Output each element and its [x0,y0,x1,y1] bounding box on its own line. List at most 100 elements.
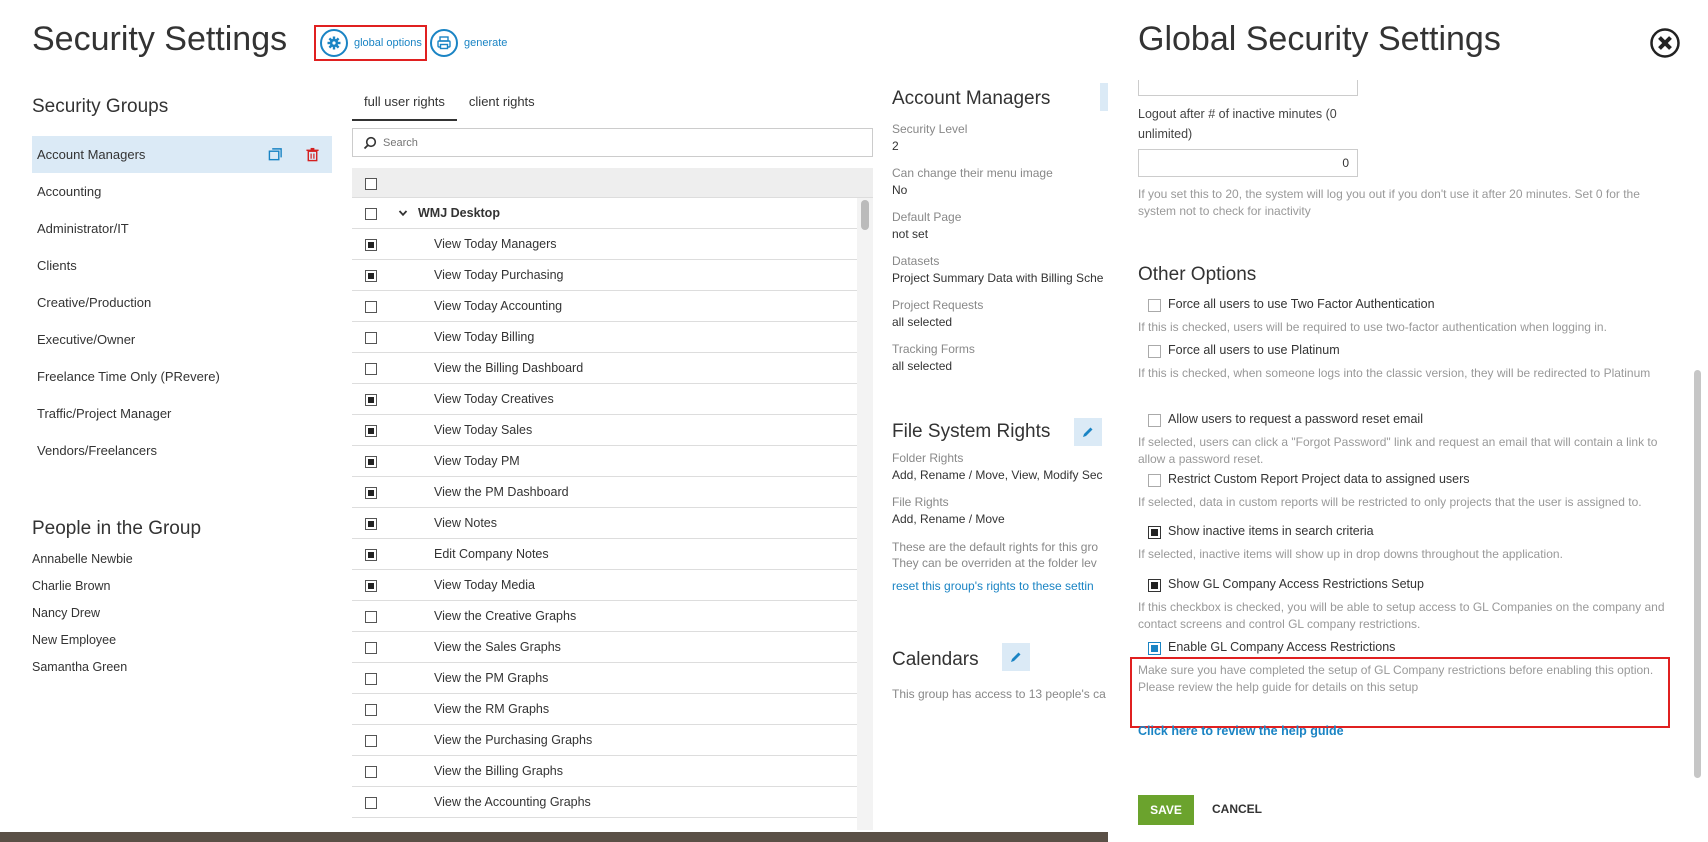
option-label: Show inactive items in search criteria [1168,524,1374,538]
fs-note-line-1: These are the default rights for this gr… [892,540,1099,554]
right-checkbox[interactable] [365,394,377,406]
group-item[interactable]: Account Managers [32,136,332,173]
people-list: Annabelle Newbie Charlie Brown Nancy Drew N… [32,552,133,687]
option-checkbox[interactable] [1148,579,1161,592]
option-help: If this checkbox is checked, you will be… [1138,600,1665,631]
select-all-checkbox[interactable] [365,178,377,190]
right-checkbox[interactable] [365,332,377,344]
rights-scrollbar-track[interactable] [857,198,873,830]
copy-icon[interactable] [267,146,284,163]
logout-minutes-input[interactable]: 0 [1138,149,1358,177]
detail-title: Account Managers [892,88,1051,109]
option-checkbox[interactable] [1148,526,1161,539]
rights-row[interactable]: View Notes [352,508,857,539]
right-checkbox[interactable] [365,611,377,623]
option-checkbox[interactable] [1148,414,1161,427]
main-page: Security Settings global options generat… [0,0,1110,842]
rights-row[interactable]: View the PM Dashboard [352,477,857,508]
option-checkbox[interactable] [1148,642,1161,655]
rights-row[interactable]: View the RM Graphs [352,694,857,725]
right-label: View the Accounting Graphs [434,795,591,809]
close-icon[interactable] [1649,27,1681,59]
rights-row[interactable]: View the Accounting Graphs [352,787,857,818]
right-label: View Today PM [434,454,520,468]
right-checkbox[interactable] [365,487,377,499]
rights-row[interactable]: View Today PM [352,446,857,477]
group-item[interactable]: Accounting [32,173,332,210]
group-item[interactable]: Administrator/IT [32,210,332,247]
rights-scrollbar-thumb[interactable] [861,200,869,230]
help-guide-link[interactable]: Click here to review the help guide [1138,724,1344,738]
chevron-down-icon[interactable] [398,208,408,218]
person-item: New Employee [32,633,117,647]
rights-row[interactable]: View the Purchasing Graphs [352,725,857,756]
rights-row[interactable]: View Today Billing [352,322,857,353]
group-item[interactable]: Clients [32,247,332,284]
edit-calendars-button[interactable] [1002,643,1030,671]
option-label: Force all users to use Two Factor Authen… [1168,297,1435,311]
search-icon [363,136,377,149]
group-item[interactable]: Creative/Production [32,284,332,321]
save-button[interactable]: SAVE [1138,795,1194,825]
rights-row[interactable]: View Today Accounting [352,291,857,322]
right-label: View Today Sales [434,423,533,437]
group-item[interactable]: Vendors/Freelancers [32,432,332,469]
right-checkbox[interactable] [365,735,377,747]
group-item-label: Account Managers [37,147,146,162]
rights-row[interactable]: View Today Managers [352,229,857,260]
group-item[interactable]: Executive/Owner [32,321,332,358]
file-rights-label: File Rights [892,495,949,509]
right-label: View the PM Dashboard [434,485,569,499]
rights-row[interactable]: View Today Media [352,570,857,601]
logout-label: Logout after # of inactive minutes (0 un… [1138,107,1337,141]
right-checkbox[interactable] [365,518,377,530]
right-checkbox[interactable] [365,797,377,809]
previous-setting-select[interactable] [1138,80,1358,96]
rights-row[interactable]: View Today Sales [352,415,857,446]
people-heading: People in the Group [32,518,202,539]
group-checkbox[interactable] [365,208,377,220]
right-checkbox[interactable] [365,270,377,282]
tab-full-user-rights[interactable]: full user rights [352,88,457,121]
right-label: View the Purchasing Graphs [434,733,593,747]
rights-row[interactable]: View the PM Graphs [352,663,857,694]
generate-button[interactable]: generate [430,25,507,61]
rights-search-input[interactable] [383,136,843,149]
rights-row[interactable]: View Today Creatives [352,384,857,415]
global-options-label: global options [354,37,422,49]
edit-file-system-rights-button[interactable] [1074,418,1102,446]
tab-client-rights[interactable]: client rights [457,88,547,121]
rights-row[interactable]: View the Billing Graphs [352,756,857,787]
option-checkbox[interactable] [1148,474,1161,487]
folder-rights-label: Folder Rights [892,451,964,465]
cancel-button[interactable]: CANCEL [1212,802,1262,816]
reset-rights-link[interactable]: reset this group's rights to these setti… [892,579,1094,593]
right-checkbox[interactable] [365,239,377,251]
option-checkbox[interactable] [1148,299,1161,312]
rights-group-row[interactable]: WMJ Desktop [352,198,857,229]
rights-row[interactable]: View Today Purchasing [352,260,857,291]
option-help: If this is checked, when someone logs in… [1138,366,1651,380]
option-checkbox[interactable] [1148,345,1161,358]
right-checkbox[interactable] [365,425,377,437]
right-checkbox[interactable] [365,363,377,375]
group-item[interactable]: Freelance Time Only (PRevere) [32,358,332,395]
right-checkbox[interactable] [365,704,377,716]
right-checkbox[interactable] [365,456,377,468]
menu-image-value: No [892,183,908,197]
gear-icon [320,29,348,57]
rights-row[interactable]: View the Billing Dashboard [352,353,857,384]
right-checkbox[interactable] [365,301,377,313]
right-checkbox[interactable] [365,766,377,778]
right-checkbox[interactable] [365,673,377,685]
right-checkbox[interactable] [365,642,377,654]
group-item[interactable]: Traffic/Project Manager [32,395,332,432]
global-options-button[interactable]: global options [314,25,427,61]
trash-icon[interactable] [304,146,321,163]
right-checkbox[interactable] [365,580,377,592]
rights-row[interactable]: View the Creative Graphs [352,601,857,632]
right-checkbox[interactable] [365,549,377,561]
rights-row[interactable]: View the Sales Graphs [352,632,857,663]
rights-row[interactable]: Edit Company Notes [352,539,857,570]
person-item: Samantha Green [32,660,128,674]
